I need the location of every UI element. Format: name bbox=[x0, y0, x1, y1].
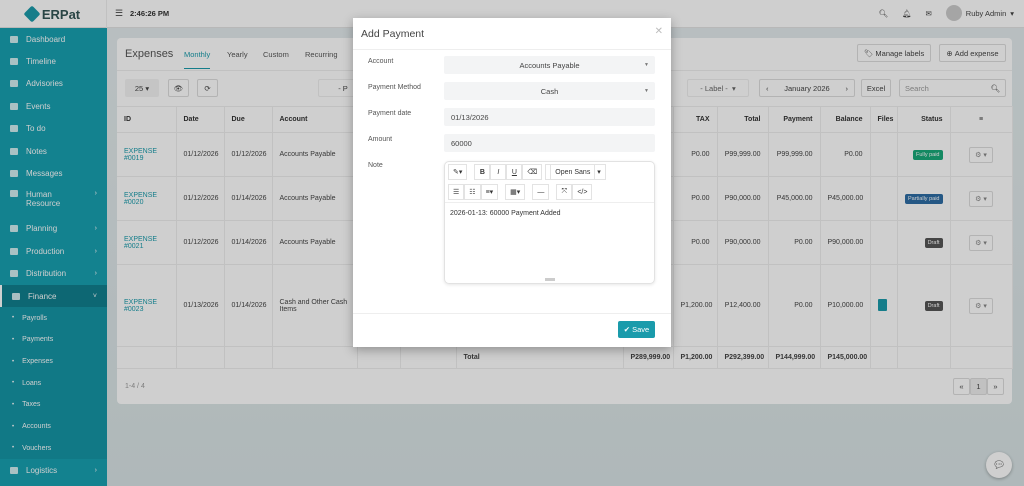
account-label: Account bbox=[368, 58, 394, 65]
eraser-icon[interactable]: ⌫ bbox=[522, 164, 543, 180]
amount-input[interactable]: 60000 bbox=[444, 134, 655, 152]
modal-title: Add Payment bbox=[361, 28, 425, 40]
fullscreen-icon[interactable]: ⤧ bbox=[556, 184, 573, 200]
bold-button[interactable]: B bbox=[474, 164, 491, 180]
payment-date-input[interactable]: 01/13/2026 bbox=[444, 108, 655, 126]
payment-date-label: Payment date bbox=[368, 110, 412, 117]
style-wand-icon[interactable]: ✎▾ bbox=[448, 164, 468, 180]
table-icon[interactable]: ▦▾ bbox=[505, 184, 526, 200]
resize-handle[interactable] bbox=[545, 278, 555, 281]
note-content[interactable]: 2026-01-13: 60000 Payment Added bbox=[445, 202, 654, 224]
payment-method-label: Payment Method bbox=[368, 84, 421, 91]
check-circle-icon: ✔ bbox=[623, 325, 633, 334]
code-view-icon[interactable]: </> bbox=[572, 184, 593, 200]
save-button[interactable]: ✔ Save bbox=[618, 321, 655, 338]
bullet-list-icon[interactable]: ☰ bbox=[448, 184, 465, 200]
font-family-select[interactable]: Open Sans ▾ bbox=[545, 164, 606, 180]
horizontal-rule-icon[interactable]: — bbox=[532, 184, 550, 200]
numbered-list-icon[interactable]: ☷ bbox=[464, 184, 481, 200]
underline-button[interactable]: U bbox=[506, 164, 523, 180]
account-select[interactable]: Accounts Payable ▼ bbox=[444, 56, 655, 74]
close-icon[interactable]: ✕ bbox=[655, 26, 663, 37]
align-icon[interactable]: ≡▾ bbox=[480, 184, 499, 200]
add-payment-modal: Add Payment ✕ Account Accounts Payable ▼ P… bbox=[353, 18, 671, 347]
italic-button[interactable]: I bbox=[490, 164, 507, 180]
payment-method-select[interactable]: Cash ▼ bbox=[444, 82, 655, 100]
note-label: Note bbox=[368, 162, 383, 169]
amount-label: Amount bbox=[368, 136, 393, 143]
note-editor: ✎▾ B I U ⌫ Open Sans ▾ ☰ ☷ ≡▾ ▦▾ — ⤧ </> 2026-… bbox=[444, 161, 655, 284]
